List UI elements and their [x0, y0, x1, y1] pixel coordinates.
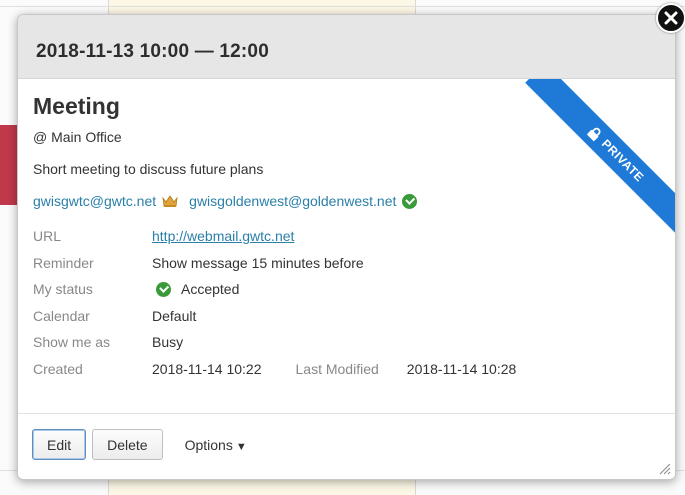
property-row-showas: Show me as Busy	[33, 329, 516, 356]
status-value: Accepted	[181, 281, 240, 298]
property-row-calendar: Calendar Default	[33, 303, 516, 330]
edit-button[interactable]: Edit	[32, 429, 87, 460]
delete-button[interactable]: Delete	[92, 429, 163, 460]
property-row-reminder: Reminder Show message 15 minutes before	[33, 250, 516, 277]
url-link[interactable]: http://webmail.gwtc.net	[152, 228, 294, 244]
reminder-value: Show message 15 minutes before	[152, 254, 364, 271]
event-description: Short meeting to discuss future plans	[33, 161, 264, 177]
grid-line	[0, 6, 685, 7]
close-dialog-button[interactable]	[656, 3, 685, 33]
event-location: @ Main Office	[33, 129, 122, 145]
attendee-list: gwisgwtc@gwtc.net gwisgoldenwest@goldenw…	[33, 193, 675, 209]
property-row-created: Created 2018-11-14 10:22 Last Modified 2…	[33, 356, 516, 383]
reminder-label: Reminder	[33, 254, 94, 271]
modified-value: 2018-11-14 10:28	[406, 360, 517, 377]
close-icon	[664, 11, 678, 25]
event-title: Meeting	[33, 93, 120, 119]
calendar-label: Calendar	[33, 307, 90, 324]
showas-label: Show me as	[33, 334, 111, 351]
event-details-dialog: 2018-11-13 10:00 — 12:00 PRIVATE Meeting…	[17, 14, 676, 480]
url-label: URL	[33, 228, 62, 245]
accepted-check-icon	[402, 193, 418, 209]
event-properties: URL http://webmail.gwtc.net Reminder Sho…	[33, 223, 516, 382]
options-menu-button[interactable]: Options ▼	[185, 437, 247, 453]
property-row-status: My status Accepted	[33, 276, 516, 303]
modified-label: Last Modified	[295, 360, 379, 377]
organizer-crown-icon	[162, 194, 178, 208]
accepted-check-icon	[156, 281, 171, 297]
background-event[interactable]	[0, 125, 18, 205]
attendee-link[interactable]: gwisgoldenwest@goldenwest.net	[189, 193, 396, 209]
created-value: 2018-11-14 10:22	[152, 360, 262, 377]
caret-down-icon: ▼	[235, 441, 247, 453]
event-time-range: 2018-11-13 10:00 — 12:00	[36, 41, 269, 62]
options-label: Options	[184, 437, 233, 453]
calendar-value: Default	[152, 307, 197, 324]
resize-handle-icon[interactable]	[657, 461, 671, 475]
created-label: Created	[33, 360, 83, 377]
dialog-header: 2018-11-13 10:00 — 12:00	[18, 15, 675, 79]
status-label: My status	[33, 281, 93, 298]
property-row-url: URL http://webmail.gwtc.net	[33, 223, 516, 250]
showas-value: Busy	[152, 334, 184, 351]
dialog-footer: Edit Delete Options ▼	[18, 413, 675, 479]
attendee-organizer-link[interactable]: gwisgwtc@gwtc.net	[33, 193, 156, 209]
dialog-body: Meeting @ Main Office Short meeting to d…	[18, 79, 675, 382]
